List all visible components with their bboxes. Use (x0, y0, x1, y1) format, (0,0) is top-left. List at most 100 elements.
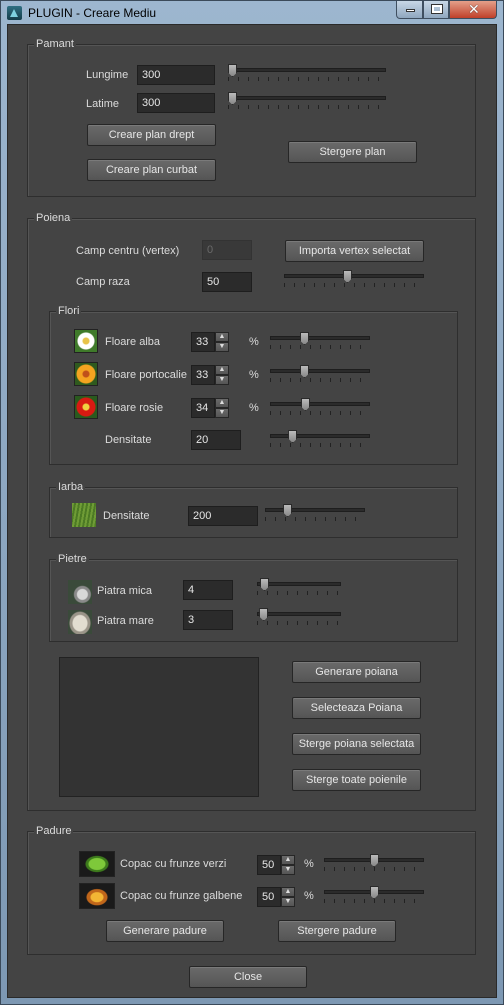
padure-group: Padure Copac cu frunze verzi 50 ▲ ▼ % Cop… (27, 825, 476, 955)
slider-thumb[interactable] (288, 430, 298, 443)
piatra-mica-field[interactable]: 4 (183, 580, 233, 600)
slider-thumb[interactable] (369, 886, 379, 899)
latime-field[interactable]: 300 (137, 93, 215, 113)
copac-verzi-unit: % (304, 858, 314, 870)
poiena-group: Poiena Camp centru (vertex) 0 Importa ve… (27, 212, 476, 811)
stergere-padure-button[interactable]: Stergere padure (278, 920, 396, 942)
floare-rosie-label: Floare rosie (105, 402, 164, 414)
latime-label: Latime (86, 98, 120, 110)
maximize-button[interactable] (423, 1, 449, 19)
copac-verzi-field[interactable]: 50 (257, 855, 281, 875)
copac-galbene-label: Copac cu frunze galbene (120, 890, 243, 902)
pietre-title: Pietre (56, 553, 89, 565)
flori-title: Flori (56, 305, 82, 317)
copac-galbene-slider[interactable] (324, 886, 424, 904)
piatra-mare-slider[interactable] (257, 608, 341, 626)
white-daisy-icon (74, 329, 98, 353)
lungime-slider[interactable] (228, 64, 386, 82)
selecteaza-poiana-button[interactable]: Selecteaza Poiana (292, 697, 421, 719)
iarba-densitate-label: Densitate (103, 510, 150, 522)
slider-thumb[interactable] (300, 398, 310, 411)
padure-title: Padure (34, 825, 74, 837)
small-stone-icon (68, 580, 92, 604)
stergere-plan-button[interactable]: Stergere plan (288, 141, 417, 163)
yellow-leaves-icon (79, 883, 115, 909)
sterge-poiana-selectata-button[interactable]: Sterge poiana selectata (292, 733, 421, 755)
floare-portocalie-field[interactable]: 33 (191, 365, 215, 385)
sterge-toate-poienile-button[interactable]: Sterge toate poienile (292, 769, 421, 791)
camp-centru-field[interactable]: 0 (202, 240, 252, 260)
floare-rosie-spinner[interactable]: ▲ ▼ (215, 398, 229, 418)
floare-portocalie-spinner[interactable]: ▲ ▼ (215, 365, 229, 385)
slider-thumb[interactable] (342, 270, 352, 283)
copac-verzi-label: Copac cu frunze verzi (120, 858, 227, 870)
floare-alba-spinner[interactable]: ▲ ▼ (215, 332, 229, 352)
poiena-title: Poiena (34, 212, 73, 224)
floare-alba-label: Floare alba (105, 336, 161, 348)
slider-thumb[interactable] (260, 578, 269, 591)
flori-group: Flori Floare alba 33 ▲ ▼ % Floare portoca… (49, 305, 458, 465)
latime-slider[interactable] (228, 92, 386, 110)
piatra-mare-label: Piatra mare (97, 615, 154, 627)
piatra-mare-field[interactable]: 3 (183, 610, 233, 630)
slider-thumb[interactable] (259, 608, 269, 621)
iarba-title: Iarba (56, 481, 86, 493)
generare-poiana-button[interactable]: Generare poiana (292, 661, 421, 683)
piatra-mica-label: Piatra mica (97, 585, 153, 597)
copac-galbene-field[interactable]: 50 (257, 887, 281, 907)
slider-thumb[interactable] (300, 332, 310, 345)
minimize-button[interactable] (396, 1, 423, 19)
floare-rosie-field[interactable]: 34 (191, 398, 215, 418)
poiana-list-box[interactable] (59, 657, 259, 797)
importa-vertex-button[interactable]: Importa vertex selectat (285, 240, 424, 262)
copac-verzi-spinner[interactable]: ▲ ▼ (281, 855, 295, 875)
title-bar[interactable]: PLUGIN - Creare Mediu ✕ (1, 1, 504, 25)
pietre-group: Pietre Piatra mica 4 Piatra mare 3 (49, 553, 458, 642)
slider-thumb[interactable] (300, 365, 310, 378)
minimize-icon (406, 9, 415, 12)
maximize-icon (431, 4, 443, 14)
slider-thumb[interactable] (369, 854, 379, 867)
iarba-group: Iarba Densitate 200 (49, 481, 458, 538)
slider-thumb[interactable] (228, 92, 237, 105)
piatra-mica-slider[interactable] (257, 578, 341, 596)
large-stone-icon (68, 610, 92, 634)
iarba-densitate-slider[interactable] (265, 504, 365, 522)
camp-raza-slider[interactable] (284, 270, 424, 288)
grass-icon (72, 503, 96, 527)
floare-portocalie-slider[interactable] (270, 365, 370, 383)
copac-galbene-unit: % (304, 890, 314, 902)
camp-centru-label: Camp centru (vertex) (76, 245, 180, 257)
red-flower-icon (74, 395, 98, 419)
green-leaves-icon (79, 851, 115, 877)
flori-densitate-label: Densitate (105, 434, 152, 446)
slider-thumb[interactable] (228, 64, 237, 77)
creare-plan-curbat-button[interactable]: Creare plan curbat (87, 159, 216, 181)
lungime-field[interactable]: 300 (137, 65, 215, 85)
floare-rosie-unit: % (249, 402, 259, 414)
close-button[interactable]: Close (189, 966, 307, 988)
creare-plan-drept-button[interactable]: Creare plan drept (87, 124, 216, 146)
app-icon (7, 6, 22, 20)
flori-densitate-slider[interactable] (270, 430, 370, 448)
flori-densitate-field[interactable]: 20 (191, 430, 241, 450)
iarba-densitate-field[interactable]: 200 (188, 506, 258, 526)
floare-alba-unit: % (249, 336, 259, 348)
slider-thumb[interactable] (283, 504, 293, 517)
pamant-group: Pamant Lungime 300 Latime 300 Creare pla… (27, 38, 476, 197)
copac-verzi-slider[interactable] (324, 854, 424, 872)
floare-portocalie-label: Floare portocalie (105, 369, 187, 381)
generare-padure-button[interactable]: Generare padure (106, 920, 224, 942)
window-title: PLUGIN - Creare Mediu (28, 6, 157, 20)
close-icon: ✕ (468, 1, 480, 17)
copac-galbene-spinner[interactable]: ▲ ▼ (281, 887, 295, 907)
floare-portocalie-unit: % (249, 369, 259, 381)
floare-alba-field[interactable]: 33 (191, 332, 215, 352)
pamant-title: Pamant (34, 38, 76, 50)
floare-alba-slider[interactable] (270, 332, 370, 350)
orange-flower-icon (74, 362, 98, 386)
floare-rosie-slider[interactable] (270, 398, 370, 416)
camp-raza-field[interactable]: 50 (202, 272, 252, 292)
close-window-button[interactable]: ✕ (449, 1, 497, 19)
camp-raza-label: Camp raza (76, 276, 130, 288)
